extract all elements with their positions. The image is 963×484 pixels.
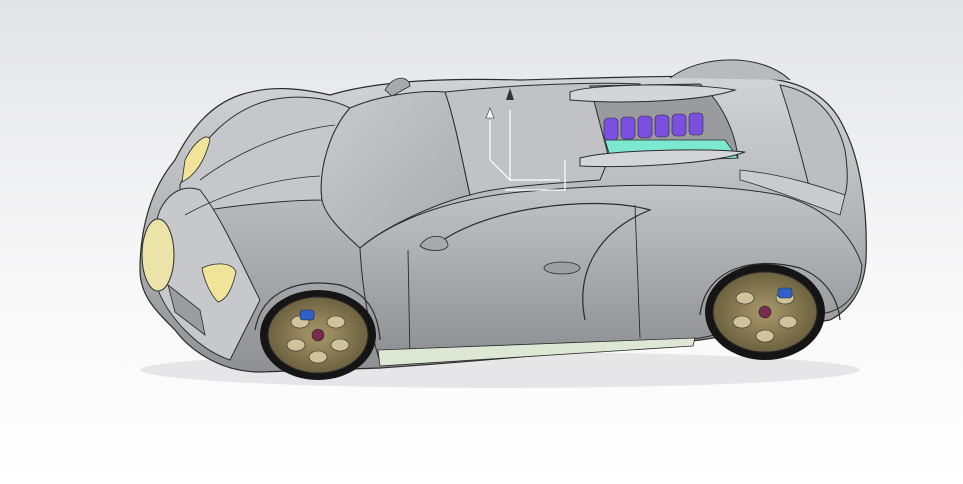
front-wheel[interactable] <box>260 290 376 380</box>
front-rim-spoke <box>286 338 306 352</box>
front-rim-spoke <box>330 338 350 352</box>
horseshoe-grille <box>141 218 175 292</box>
cad-viewport[interactable] <box>0 0 963 484</box>
cylinder <box>688 112 704 136</box>
rear-rim-spoke <box>755 329 775 343</box>
rear-rim-spoke <box>778 315 798 329</box>
front-hub <box>311 328 325 342</box>
door-handle <box>543 261 581 275</box>
front-brake-caliper <box>299 309 315 321</box>
cylinder <box>637 115 653 139</box>
cylinder <box>671 113 687 137</box>
rear-wheel[interactable] <box>705 264 825 360</box>
rear-rim-spoke <box>735 291 755 305</box>
cylinder <box>603 117 619 141</box>
rear-fender-top <box>669 59 791 81</box>
car-model-render[interactable] <box>0 0 963 484</box>
rear-brake-caliper <box>777 287 793 299</box>
front-rim-spoke <box>308 350 328 364</box>
rear-hub <box>758 305 772 319</box>
rear-rim-spoke <box>732 315 752 329</box>
cylinder <box>620 116 636 140</box>
cylinder <box>654 114 670 138</box>
front-rim-spoke <box>326 315 346 329</box>
